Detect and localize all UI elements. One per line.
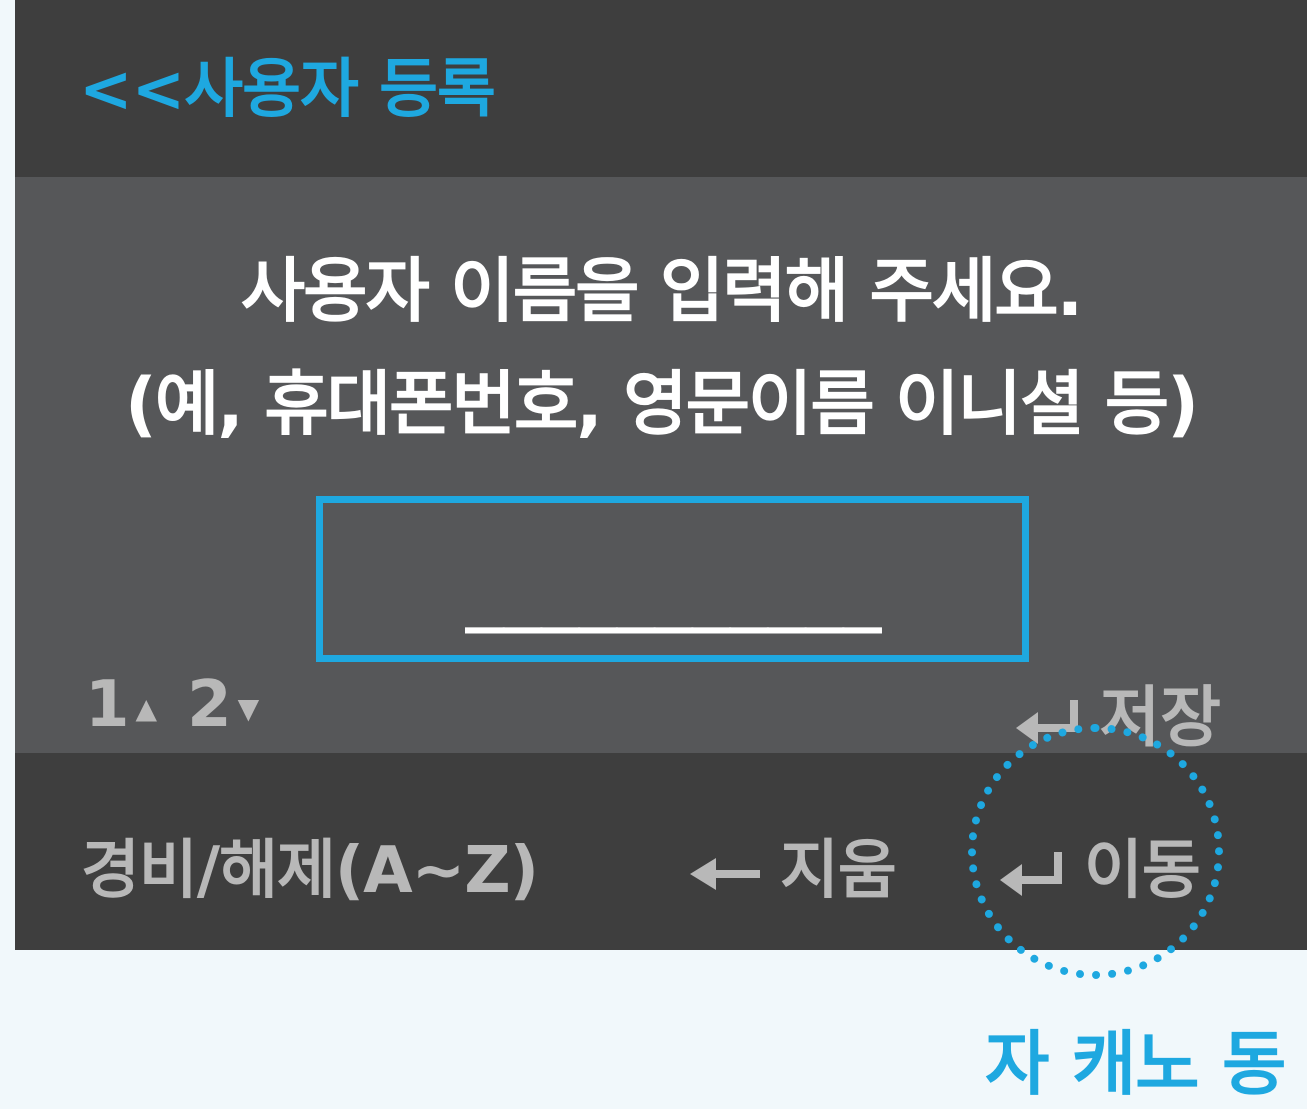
page-nav: 1 ▲ 2 ▼ <box>85 668 289 742</box>
prompt-line-1: 사용자 이름을 입력해 주세요. <box>240 250 1084 332</box>
page-2-key[interactable]: 2 <box>187 668 232 742</box>
username-input-value: ___________ <box>464 557 882 634</box>
header-bar: <<사용자 등록 <box>15 0 1307 177</box>
up-triangle-icon: ▲ <box>135 691 158 725</box>
prompt-line-2: (예, 휴대폰번호, 영문이름 이니셜 등) <box>124 363 1199 445</box>
arm-disarm-key[interactable]: 경비/해제(A~Z) <box>81 819 539 911</box>
highlight-ring <box>968 724 1223 979</box>
left-arrow-icon <box>690 834 762 908</box>
page-1-key[interactable]: 1 <box>85 668 130 742</box>
cropped-caption: 자 캐노 동 <box>985 1023 1286 1105</box>
username-input[interactable]: ___________ <box>316 496 1029 662</box>
delete-key[interactable]: 지움 <box>690 819 897 911</box>
delete-label: 지움 <box>780 834 897 908</box>
back-title-button[interactable]: <<사용자 등록 <box>79 38 496 130</box>
down-triangle-icon: ▼ <box>237 691 260 725</box>
